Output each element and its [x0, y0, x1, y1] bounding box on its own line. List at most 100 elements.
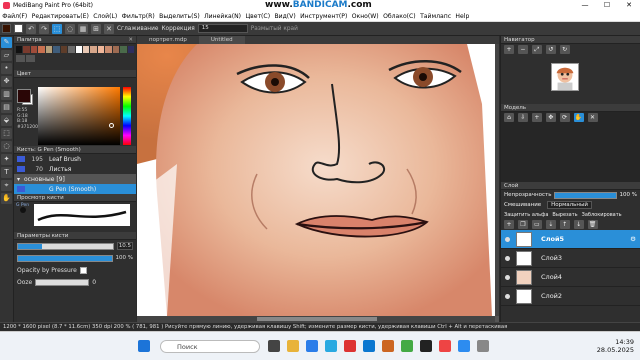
- gradient-tool-icon[interactable]: ▤: [1, 102, 12, 113]
- app-icon[interactable]: [477, 340, 489, 352]
- color-picker-cursor[interactable]: [109, 123, 114, 128]
- medibang-icon[interactable]: [458, 340, 470, 352]
- palette-swatch[interactable]: [53, 46, 60, 53]
- brush-folder[interactable]: ▾ основные [9]: [14, 174, 136, 184]
- palette-swatch[interactable]: [105, 46, 112, 53]
- saturation-value-picker[interactable]: [38, 87, 120, 145]
- brush-item[interactable]: 195 Leaf Brush: [14, 154, 136, 164]
- pen-tool-icon[interactable]: ✎: [1, 37, 12, 48]
- layer-row[interactable]: Слой3: [501, 249, 640, 268]
- palette-swatch[interactable]: [120, 46, 127, 53]
- store-icon[interactable]: [363, 340, 375, 352]
- menu-help[interactable]: Help: [453, 13, 471, 20]
- bandicam-icon[interactable]: [382, 340, 394, 352]
- model-hand-icon[interactable]: ✋: [573, 113, 584, 122]
- close-icon[interactable]: ✕: [618, 0, 640, 11]
- zoom-in-icon[interactable]: +: [504, 45, 514, 54]
- palette-swatch[interactable]: [68, 46, 75, 53]
- minimize-icon[interactable]: —: [574, 0, 596, 11]
- lasso-icon[interactable]: ◌: [65, 23, 75, 34]
- lasso-tool-icon[interactable]: ◌: [1, 141, 12, 152]
- background-color-swatch[interactable]: [14, 24, 23, 33]
- menu-file[interactable]: Файл(F): [0, 13, 29, 20]
- app-icon[interactable]: [420, 340, 432, 352]
- add-color-icon[interactable]: [16, 55, 25, 62]
- size-value[interactable]: 10.5: [117, 242, 133, 250]
- rotate-left-icon[interactable]: ↺: [545, 45, 556, 54]
- correction-select[interactable]: 15: [197, 24, 248, 33]
- folder-icon[interactable]: ▭: [531, 220, 542, 229]
- size-slider[interactable]: [17, 242, 114, 250]
- app-icon[interactable]: [344, 340, 356, 352]
- model-delete-icon[interactable]: ✕: [587, 113, 598, 122]
- eye-icon[interactable]: [505, 274, 510, 280]
- model-import-icon[interactable]: ⇩: [517, 113, 528, 122]
- blend-select[interactable]: Нормальный: [547, 201, 592, 209]
- gear-icon[interactable]: ⚙: [630, 235, 636, 243]
- ooze-slider[interactable]: [35, 278, 90, 286]
- clipping-checkbox[interactable]: Вырезать: [552, 212, 577, 218]
- menu-filter[interactable]: Фильтр(R): [119, 13, 156, 20]
- blur-edge-checkbox[interactable]: Размытый край: [251, 26, 298, 32]
- app-icon[interactable]: [401, 340, 413, 352]
- menu-color[interactable]: Цвет(C): [243, 13, 272, 20]
- primary-color[interactable]: [17, 89, 31, 103]
- move-tool-icon[interactable]: ✥: [1, 76, 12, 87]
- eye-icon[interactable]: [505, 293, 510, 299]
- foreground-color-swatch[interactable]: [2, 24, 11, 33]
- menu-cloud[interactable]: Облако(C): [381, 13, 418, 20]
- duplicate-layer-icon[interactable]: ❐: [517, 220, 528, 229]
- model-rotate-icon[interactable]: ⟳: [559, 113, 570, 122]
- drawing-canvas[interactable]: [137, 44, 495, 316]
- ooze-value[interactable]: 0: [92, 279, 96, 286]
- menu-layer[interactable]: Слой(L): [91, 13, 119, 20]
- model-move-icon[interactable]: ✥: [545, 113, 556, 122]
- menu-tool[interactable]: Инструмент(P): [298, 13, 350, 20]
- layer-row[interactable]: Слой2: [501, 287, 640, 306]
- menu-timelapse[interactable]: Таймлапс: [418, 13, 453, 20]
- navigator-thumbnail[interactable]: [551, 63, 579, 91]
- telegram-icon[interactable]: [325, 340, 337, 352]
- app-icon[interactable]: [439, 340, 451, 352]
- model-home-icon[interactable]: ⌂: [504, 113, 514, 122]
- select-icon[interactable]: ⬚: [52, 23, 62, 34]
- model-add-icon[interactable]: +: [531, 113, 542, 122]
- vertical-scrollbar[interactable]: [495, 44, 499, 316]
- delete-layer-icon[interactable]: 🗑: [587, 220, 598, 229]
- menu-edit[interactable]: Редактировать(E): [29, 13, 91, 20]
- task-view-icon[interactable]: [268, 340, 280, 352]
- text-tool-icon[interactable]: T: [1, 167, 12, 178]
- palette-swatch[interactable]: [127, 46, 134, 53]
- dot-tool-icon[interactable]: •: [1, 63, 12, 74]
- protect-alpha-checkbox[interactable]: Защитить альфа: [504, 212, 548, 218]
- snap-off-icon[interactable]: ✕: [104, 23, 114, 34]
- palette-swatch[interactable]: [30, 46, 38, 53]
- palette-swatch[interactable]: [23, 46, 30, 53]
- taskbar-search[interactable]: Поиск: [160, 340, 260, 353]
- new-layer-icon[interactable]: +: [504, 220, 514, 229]
- hue-slider[interactable]: [123, 87, 131, 145]
- menu-ruler[interactable]: Линейка(N): [202, 13, 243, 20]
- tab-portrait[interactable]: портрет.mdp: [137, 36, 199, 44]
- palette-swatch[interactable]: [16, 46, 23, 53]
- layer-opacity-slider[interactable]: [554, 191, 617, 199]
- opacity-pressure-checkbox[interactable]: [79, 266, 87, 274]
- palette-swatch[interactable]: [38, 46, 45, 53]
- menu-select[interactable]: Выделить(S): [157, 13, 202, 20]
- redo-icon[interactable]: ↷: [39, 23, 49, 34]
- opacity-slider[interactable]: [17, 254, 113, 262]
- undo-icon[interactable]: ↶: [26, 23, 36, 34]
- hand-tool-icon[interactable]: ✋: [1, 193, 12, 204]
- rotate-right-icon[interactable]: ↻: [559, 45, 570, 54]
- clock[interactable]: 14:39 28.05.2025: [597, 338, 634, 354]
- grid-icon[interactable]: ▦: [78, 23, 88, 34]
- lock-checkbox[interactable]: Заблокировать: [582, 212, 622, 218]
- delete-color-icon[interactable]: [26, 55, 35, 62]
- zoom-out-icon[interactable]: −: [517, 45, 528, 54]
- palette-swatch[interactable]: [45, 46, 53, 53]
- snap-icon[interactable]: ⊞: [91, 23, 101, 34]
- brush-item-selected[interactable]: G Pen (Smooth): [14, 184, 136, 194]
- eyedropper-tool-icon[interactable]: ⌖: [1, 180, 12, 191]
- palette-swatch[interactable]: [90, 46, 97, 53]
- palette-swatch[interactable]: [82, 46, 90, 53]
